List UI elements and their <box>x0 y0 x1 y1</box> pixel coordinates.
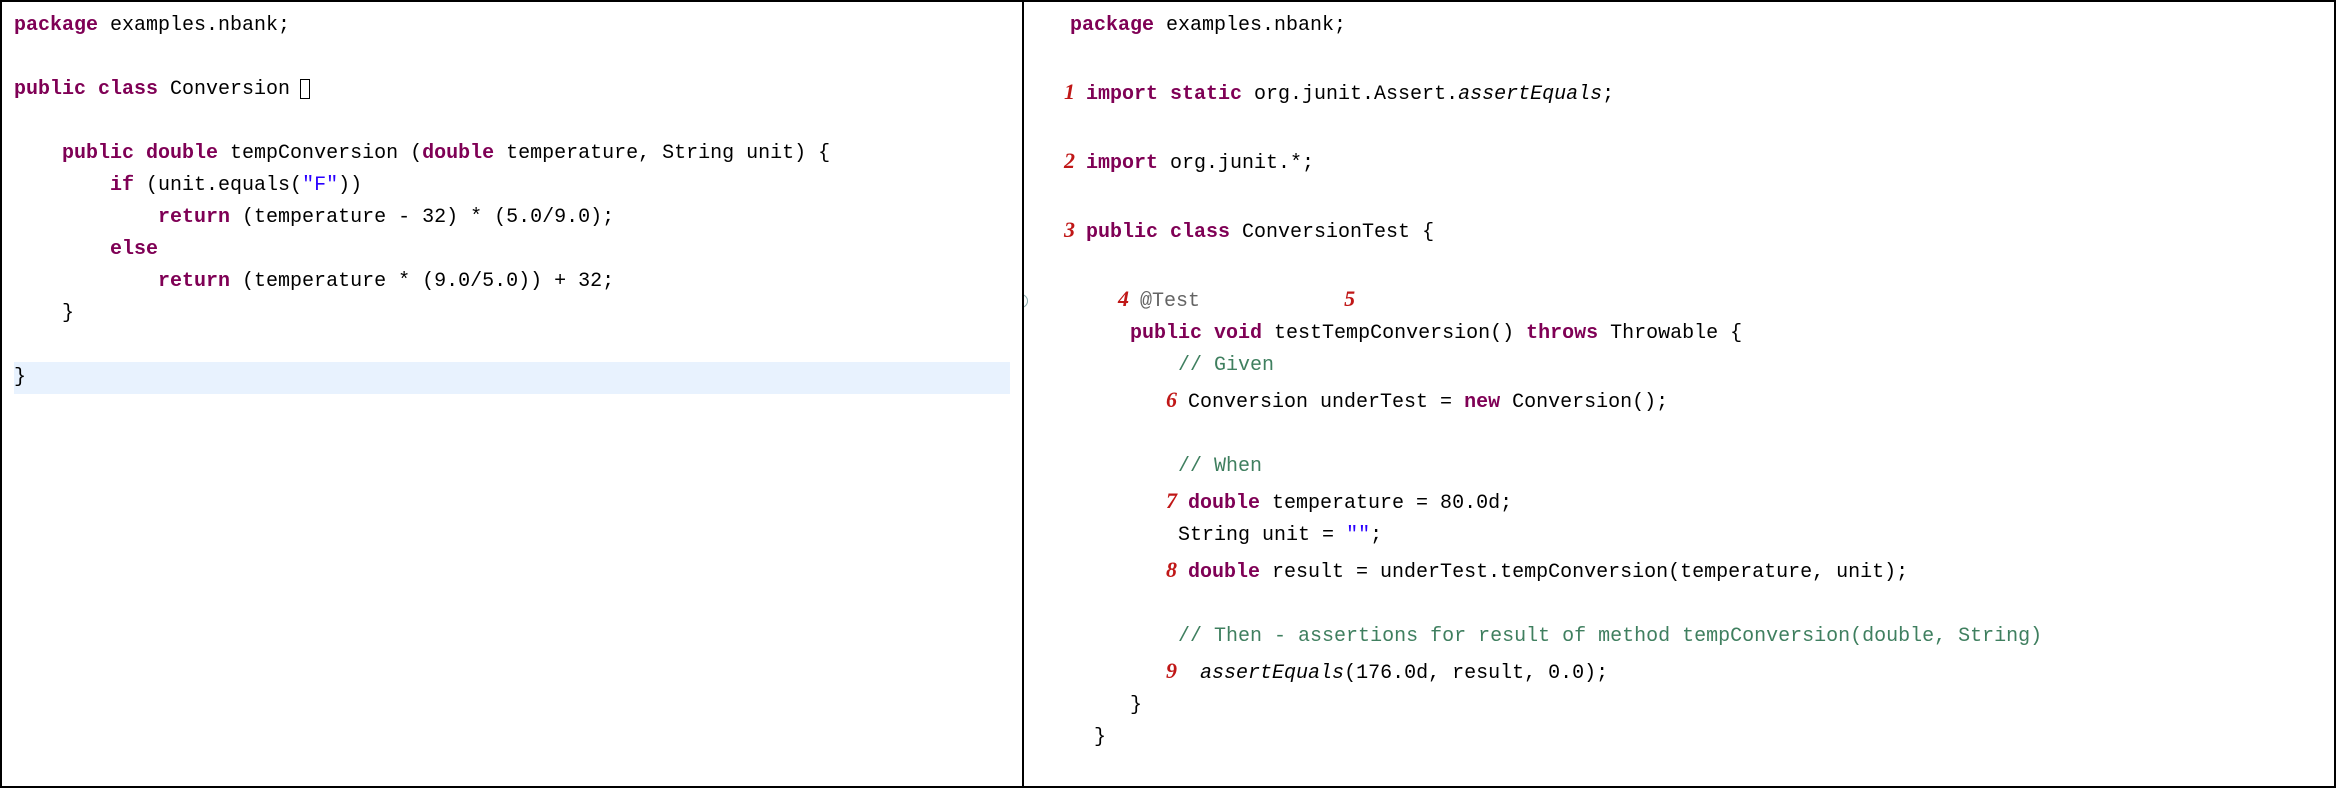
assert-equals: assertEquals <box>1458 83 1602 106</box>
code-line: package examples.nbank; <box>14 10 1010 42</box>
code-line: 1import static org.junit.Assert.assertEq… <box>1036 74 2322 111</box>
test-annotation: @Test <box>1140 290 1200 313</box>
string-literal: "F" <box>302 174 338 197</box>
code-line <box>14 106 1010 138</box>
left-code-pane[interactable]: package examples.nbank; public class Con… <box>1 1 1023 787</box>
kw-throws: throws <box>1526 322 1598 345</box>
return-expr: (temperature * (9.0/5.0)) + 32; <box>230 270 614 293</box>
code-line: } <box>1036 690 2322 722</box>
code-line: } <box>1036 722 2322 754</box>
class-name: Conversion <box>158 78 302 101</box>
kw-return: return <box>158 270 230 293</box>
kw-method-sig: public double <box>62 142 218 165</box>
comment-then: // Then - assertions for result of metho… <box>1178 625 2042 648</box>
annotation-marker-5: 5 <box>1344 281 1366 316</box>
code-line: String unit = ""; <box>1036 520 2322 552</box>
gutter <box>1036 286 1070 318</box>
code-line: public double tempConversion (double tem… <box>14 138 1010 170</box>
assert-equals-call: assertEquals <box>1200 662 1344 685</box>
kw-package: package <box>14 14 98 37</box>
code-line: package examples.nbank; <box>1036 10 2322 42</box>
kw-return: return <box>158 206 230 229</box>
code-line <box>1036 180 2322 212</box>
code-line: 6Conversion underTest = new Conversion()… <box>1036 382 2322 419</box>
code-line <box>1036 111 2322 143</box>
close-brace: } <box>1094 726 1106 749</box>
kw-double: double <box>422 142 494 165</box>
pkg-name: examples.nbank; <box>98 14 290 37</box>
code-line: 2import org.junit.*; <box>1036 143 2322 180</box>
close-brace: } <box>62 302 74 325</box>
code-line: // Then - assertions for result of metho… <box>1036 621 2322 653</box>
throws-type: Throwable { <box>1598 322 1742 345</box>
method-params: temperature, String unit) { <box>494 142 830 165</box>
code-line <box>1036 419 2322 451</box>
temp-assign: temperature = 80.0d; <box>1260 492 1512 515</box>
kw-import: import <box>1086 152 1158 175</box>
method-name: tempConversion ( <box>218 142 422 165</box>
code-line <box>14 330 1010 362</box>
fold-toggle-icon[interactable] <box>1023 294 1028 308</box>
annotation-marker-1: 1 <box>1064 74 1086 109</box>
right-code-pane[interactable]: package examples.nbank; 1import static o… <box>1023 1 2335 787</box>
unit-assign: String unit = <box>1178 524 1346 547</box>
string-literal: "" <box>1346 524 1370 547</box>
if-close: )) <box>338 174 362 197</box>
code-line: if (unit.equals("F")) <box>14 170 1010 202</box>
code-line: 8double result = underTest.tempConversio… <box>1036 552 2322 589</box>
code-line <box>14 42 1010 74</box>
kw-public-void: public void <box>1130 322 1262 345</box>
annotation-marker-8: 8 <box>1166 552 1188 587</box>
kw-else: else <box>110 238 158 261</box>
import-body: org.junit.Assert. <box>1242 83 1458 106</box>
kw-if: if <box>110 174 134 197</box>
return-expr: (temperature - 32) * (5.0/9.0); <box>230 206 614 229</box>
annotation-marker-2: 2 <box>1064 143 1086 178</box>
close-brace: } <box>14 366 26 389</box>
code-line: 9 assertEquals(176.0d, result, 0.0); <box>1036 653 2322 690</box>
semi: ; <box>1602 83 1614 106</box>
class-name: ConversionTest { <box>1230 221 1434 244</box>
code-line: return (temperature * (9.0/5.0)) + 32; <box>14 266 1010 298</box>
code-line: 7double temperature = 80.0d; <box>1036 483 2322 520</box>
kw-import-static: import static <box>1086 83 1242 106</box>
annotation-marker-9: 9 <box>1166 653 1188 688</box>
pkg-name: examples.nbank; <box>1154 14 1346 37</box>
annotation-marker-4: 4 <box>1118 281 1140 316</box>
kw-new: new <box>1464 391 1500 414</box>
code-line: // Given <box>1036 350 2322 382</box>
given-line: Conversion underTest = <box>1188 391 1464 414</box>
kw-public-class: public class <box>1086 221 1230 244</box>
code-line: return (temperature - 32) * (5.0/9.0); <box>14 202 1010 234</box>
code-line <box>1036 249 2322 281</box>
kw-double: double <box>1188 492 1260 515</box>
code-line: // When <box>1036 451 2322 483</box>
semi: ; <box>1370 524 1382 547</box>
code-line: 3public class ConversionTest { <box>1036 212 2322 249</box>
code-line: public class Conversion <box>14 74 1010 106</box>
result-assign: result = underTest.tempConversion(temper… <box>1260 561 1908 584</box>
annotation-marker-7: 7 <box>1166 483 1188 518</box>
code-line <box>1036 42 2322 74</box>
annotation-marker-3: 3 <box>1064 212 1086 247</box>
code-line: else <box>14 234 1010 266</box>
comment-when: // When <box>1178 455 1262 478</box>
highlighted-line: } <box>14 362 1010 394</box>
kw-package: package <box>1070 14 1154 37</box>
ctor-call: Conversion(); <box>1500 391 1668 414</box>
kw-public-class: public class <box>14 78 158 101</box>
code-line <box>1036 589 2322 621</box>
method-name: testTempConversion() <box>1262 322 1526 345</box>
close-brace: } <box>1130 694 1142 717</box>
if-cond: (unit.equals( <box>134 174 302 197</box>
cursor-icon <box>300 79 310 99</box>
code-line: 4@Test 5 <box>1036 281 2322 318</box>
kw-double: double <box>1188 561 1260 584</box>
assert-args: (176.0d, result, 0.0); <box>1344 662 1608 685</box>
code-line: } <box>14 298 1010 330</box>
import-body: org.junit.*; <box>1158 152 1314 175</box>
comment-given: // Given <box>1178 354 1274 377</box>
annotation-marker-6: 6 <box>1166 382 1188 417</box>
code-line: public void testTempConversion() throws … <box>1036 318 2322 350</box>
